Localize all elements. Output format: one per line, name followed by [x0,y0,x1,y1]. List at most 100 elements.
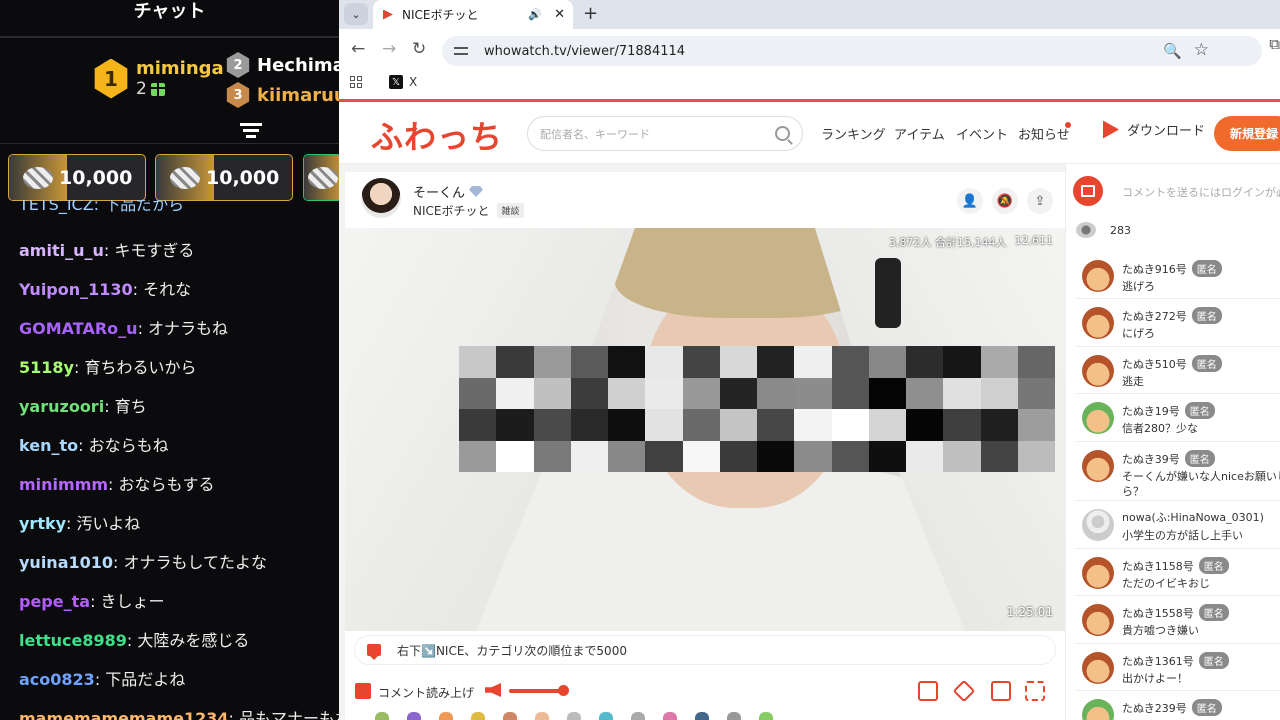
anonymous-badge: 匿名 [1191,699,1222,716]
comment-text: 信者280？少な [1122,422,1198,435]
commenter-avatar[interactable] [1082,260,1114,292]
bits-coin-icon [23,166,53,189]
stream-category-tag[interactable]: 雑談 [497,203,524,218]
commenter-name[interactable]: たぬき19号 [1122,403,1180,419]
new-tab-button[interactable]: + [583,3,598,24]
leaderboard-third: 3 kiimaruu [225,82,339,108]
leaderboard-name: miminga [136,58,224,79]
speech-bubble-icon [367,644,381,660]
signup-button[interactable]: 新規登録 [1214,116,1280,151]
chat-username[interactable]: pepe_ta [19,592,90,611]
bits-badge[interactable]: 10,000 [155,154,293,201]
commenter-name[interactable]: たぬき510号 [1122,356,1187,372]
streamer-name-row[interactable]: そーくん [413,182,484,201]
chat-username[interactable]: amiti_u_u [19,241,104,260]
mute-notification-icon[interactable]: 🔕 [992,188,1018,214]
search-icon[interactable] [775,126,790,141]
tab-active[interactable]: NICEボチッと 🔊 ✕ [373,0,573,29]
volume-knob[interactable] [558,685,569,696]
volume-icon[interactable] [485,683,501,697]
commenter-avatar[interactable] [1082,604,1114,636]
commenter-name[interactable]: たぬき916号 [1122,261,1187,277]
divider [1076,643,1280,644]
commenter-name[interactable]: たぬき1558号 [1122,605,1194,621]
bookmark-x[interactable]: 𝕏 X [389,75,417,89]
search-box[interactable]: 配信者名、キーワード [527,116,803,151]
extensions-icon[interactable]: ⧉ [1269,35,1280,53]
nav-events[interactable]: イベント [956,124,1008,143]
fullscreen-icon[interactable] [1025,681,1045,701]
video-player[interactable]: 3,872人 合計15,144人 12,611 1:25:01 [345,228,1065,631]
commenter-avatar[interactable] [1082,307,1114,339]
commenter-name-row: たぬき19号 匿名 [1122,402,1215,419]
nav-news[interactable]: お知らせ [1018,124,1070,143]
chat-username[interactable]: yaruzoori [19,397,104,416]
chat-username[interactable]: mamemamemame1234 [19,709,229,720]
player-controls: コメント読み上げ [345,674,1065,710]
quality-settings-icon[interactable] [918,681,938,701]
read-aloud-label[interactable]: コメント読み上げ [378,684,474,701]
commenter-name[interactable]: たぬき39号 [1122,451,1180,467]
commenter-avatar[interactable] [1082,509,1114,541]
commenter-avatar[interactable] [1082,450,1114,482]
chat-message: mamemamemame1234: 品もマナーもな [19,705,339,720]
volume-slider[interactable] [509,689,563,693]
chat-username[interactable]: minimmm [19,475,108,494]
bits-badge[interactable] [303,154,339,201]
mosaic-censor [459,346,1055,472]
commenter-name[interactable]: たぬき239号 [1122,700,1187,716]
bits-coin-icon [308,166,338,189]
commenter-name[interactable]: たぬき272号 [1122,308,1187,324]
streamer-avatar[interactable] [361,178,401,218]
site-logo[interactable]: ふわっち [371,112,503,158]
commenter-avatar[interactable] [1082,699,1114,720]
chat-text: 育ちわるいから [84,358,197,377]
pip-icon[interactable] [991,681,1011,701]
commenter-avatar[interactable] [1082,355,1114,387]
share-icon[interactable]: ⇪ [1027,188,1053,214]
collapse-leaderboard-icon[interactable] [240,123,262,141]
bits-badge[interactable]: 10,000 [8,154,146,201]
streamer-name: そーくん [413,186,466,201]
chat-username[interactable]: lettuce8989 [19,631,127,650]
commenter-name-row: たぬき1158号 匿名 [1122,557,1229,574]
chat-username[interactable]: aco0823 [19,670,95,689]
address-bar-row: ← → ↻ whowatch.tv/viewer/71884114 🔍 ☆ ⧉ [339,29,1280,71]
comment-stats: 12,611 [1014,234,1054,247]
back-icon[interactable]: ← [351,39,365,59]
close-tab-icon[interactable]: ✕ [554,7,565,22]
commenter-name[interactable]: たぬき1158号 [1122,558,1194,574]
tab-search-button[interactable]: ⌄ [344,3,368,25]
reload-icon[interactable]: ↻ [412,39,426,59]
divider [0,143,339,144]
gift-button[interactable] [1073,176,1103,206]
chat-username[interactable]: 5118y [19,358,74,377]
viewers-icon [1076,222,1096,238]
chat-username[interactable]: Yuipon_1130 [19,280,133,299]
nav-items[interactable]: アイテム [894,124,945,143]
chat-username[interactable]: GOMATARo_u [19,319,138,338]
apps-grid-icon[interactable] [350,76,362,88]
chat-username[interactable]: yrtky [19,514,66,533]
site-info-icon[interactable] [454,45,470,57]
audio-playing-icon[interactable]: 🔊 [528,8,542,21]
chat-username[interactable]: yuina1010 [19,553,113,572]
commenter-avatar[interactable] [1082,402,1114,434]
nav-ranking[interactable]: ランキング [821,124,886,143]
commenter-avatar[interactable] [1082,557,1114,589]
chat-text: キモすぎる [114,241,195,260]
url-bar[interactable]: whowatch.tv/viewer/71884114 🔍 ☆ [442,36,1262,66]
login-prompt[interactable]: コメントを送るにはログインが必要です [1122,184,1280,200]
forward-icon[interactable]: → [382,39,396,59]
commenter-avatar[interactable] [1082,652,1114,684]
chat-username[interactable]: ken_to [19,436,78,455]
read-aloud-icon[interactable] [355,683,371,699]
commenter-name[interactable]: たぬき1361号 [1122,653,1194,669]
rotate-icon[interactable] [952,679,976,703]
bookmark-star-icon[interactable]: ☆ [1194,40,1209,60]
follow-user-icon[interactable]: 👤 [957,188,983,214]
commenter-name[interactable]: nowa(ふ:HinaNowa_0301) [1122,509,1264,525]
download-link[interactable]: ダウンロード [1103,120,1205,139]
zoom-icon[interactable]: 🔍 [1163,42,1182,60]
gift-item-strip [345,712,1065,720]
